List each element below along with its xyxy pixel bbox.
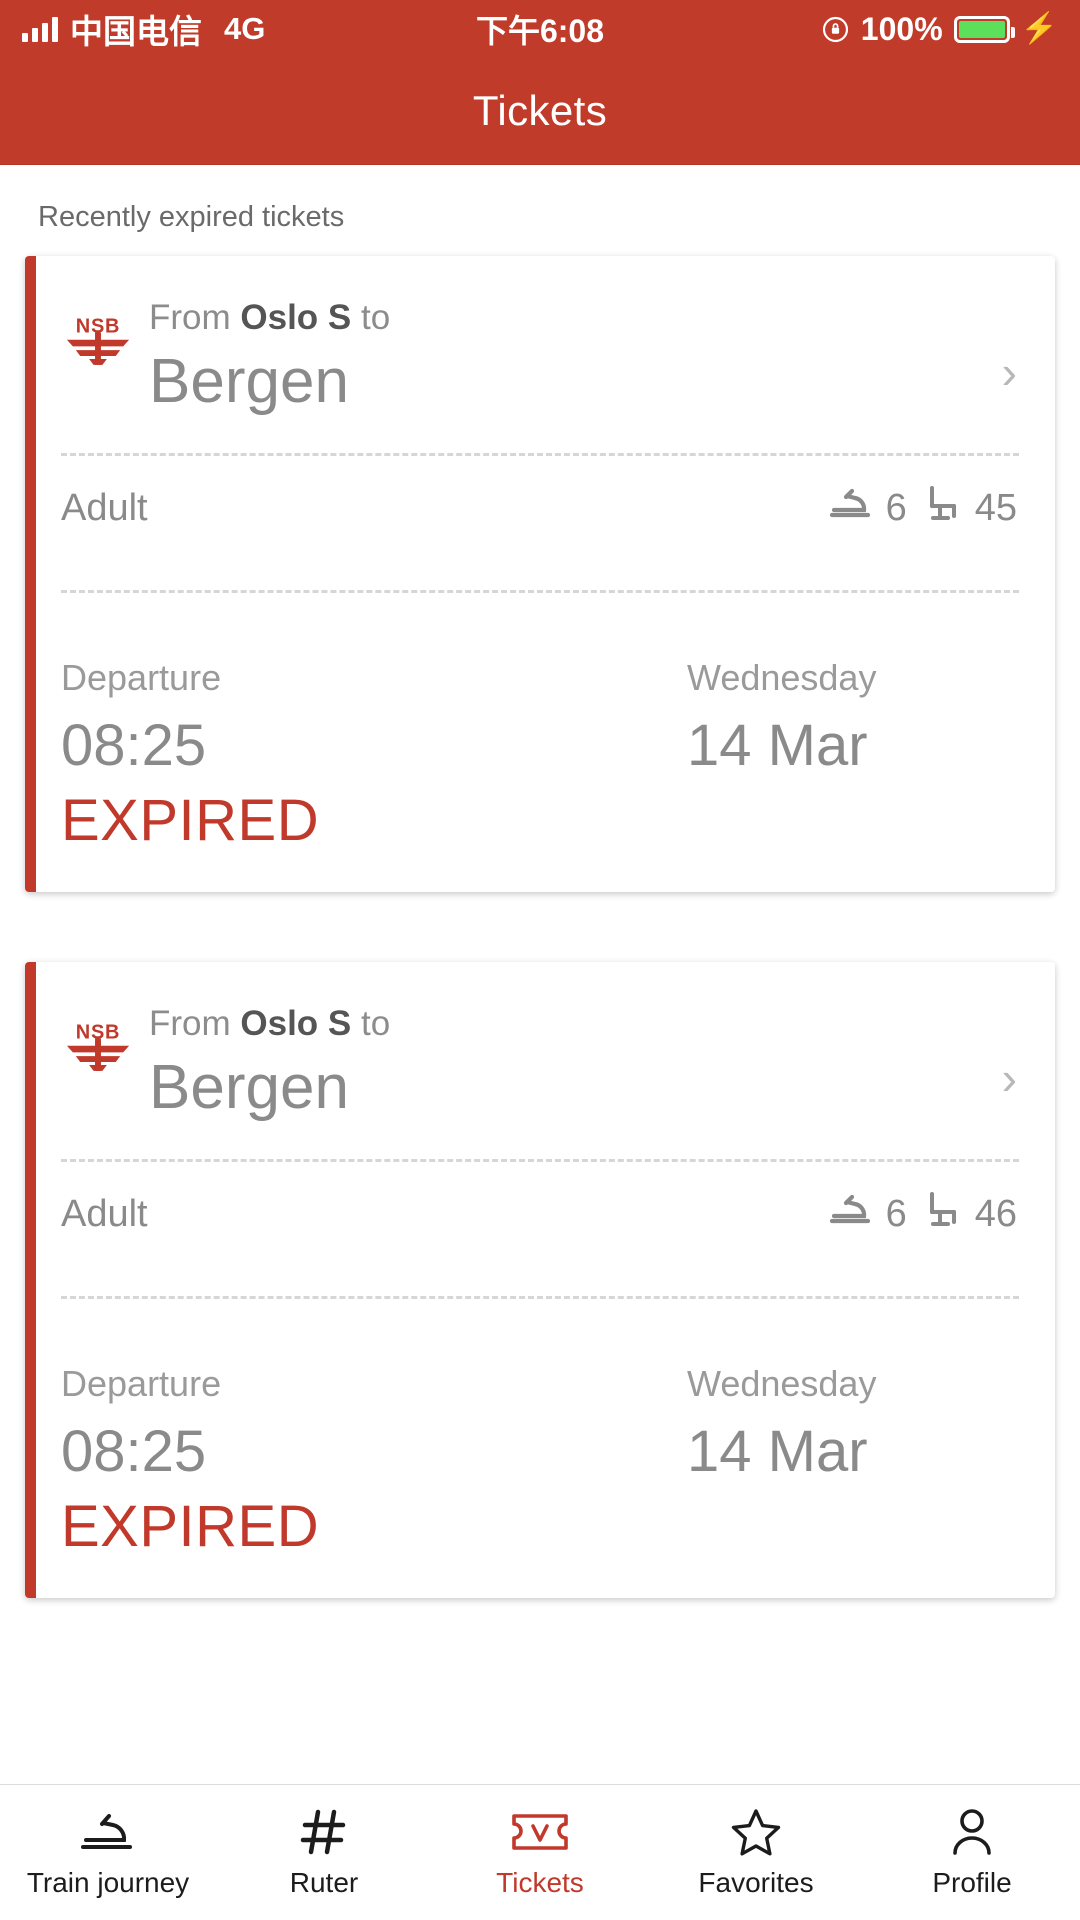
destination-station: Bergen <box>149 346 349 416</box>
tab-label: Profile <box>932 1866 1012 1898</box>
train-icon <box>78 1807 138 1857</box>
ticket-card-header: NSB From Oslo S to Bergen › <box>25 256 1055 421</box>
signal-bars-icon <box>22 16 58 42</box>
network-type-label: 4G <box>224 11 266 46</box>
weekday-label: Wednesday <box>687 657 877 699</box>
passenger-row: Adult 6 <box>25 456 1055 558</box>
tab-profile[interactable]: Profile <box>864 1785 1080 1920</box>
to-prefix: to <box>361 298 391 337</box>
departure-time: 08:25 <box>61 712 207 778</box>
passenger-type: Adult <box>61 1192 148 1235</box>
route-block: From Oslo S to Bergen <box>149 294 1002 421</box>
lightning-bolt-icon: ⚡ <box>1020 12 1058 45</box>
from-station: Oslo S <box>240 1004 352 1043</box>
bottom-navigation: Train journey Ruter Tickets Favorites Pr… <box>0 1784 1080 1920</box>
car-number: 6 <box>885 486 907 529</box>
departure-row: Departure 08:25 EXPIRED Wednesday 14 Mar <box>25 1299 1055 1564</box>
status-bar-left: 中国电信 4G <box>22 5 265 53</box>
seat-icon <box>923 484 963 532</box>
tab-label: Tickets <box>496 1866 584 1898</box>
train-icon <box>828 1192 874 1236</box>
seat-number: 46 <box>974 1192 1017 1235</box>
chevron-right-icon[interactable]: › <box>1002 1055 1025 1101</box>
from-prefix: From <box>149 298 231 337</box>
seat-icon <box>923 1190 963 1238</box>
from-station: Oslo S <box>240 298 352 337</box>
seat-number: 45 <box>974 486 1017 529</box>
status-badge: EXPIRED <box>61 788 320 854</box>
nsb-logo: NSB <box>61 1016 135 1079</box>
departure-date-col: Wednesday 14 Mar <box>687 655 1017 858</box>
rotation-lock-icon <box>821 15 850 44</box>
chevron-right-icon[interactable]: › <box>1002 349 1025 395</box>
departure-time: 08:25 <box>61 1418 207 1484</box>
passenger-row: Adult 6 <box>25 1162 1055 1264</box>
person-icon <box>948 1807 996 1857</box>
departure-date: 14 Mar <box>687 1418 868 1484</box>
weekday-label: Wednesday <box>687 1363 877 1405</box>
train-icon <box>828 486 874 530</box>
destination-station: Bergen <box>149 1052 349 1122</box>
ticket-list-scroll[interactable]: Recently expired tickets NSB From Oslo S… <box>0 165 1080 1784</box>
ticket-card-header: NSB From Oslo S to Bergen › <box>25 962 1055 1127</box>
departure-label: Departure <box>61 657 222 699</box>
app-bar: Tickets <box>0 58 1080 165</box>
departure-date-col: Wednesday 14 Mar <box>687 1361 1017 1564</box>
seat-meta: 6 45 <box>828 484 1017 532</box>
tab-tickets[interactable]: Tickets <box>432 1785 648 1920</box>
passenger-type: Adult <box>61 486 148 529</box>
status-badge: EXPIRED <box>61 1494 320 1560</box>
ticket-check-icon <box>509 1807 571 1857</box>
nsb-logo: NSB <box>61 310 135 373</box>
route-block: From Oslo S to Bergen <box>149 1000 1002 1127</box>
from-prefix: From <box>149 1004 231 1043</box>
status-bar: 中国电信 4G 下午6:08 100% ⚡ <box>0 0 1080 58</box>
tab-favorites[interactable]: Favorites <box>648 1785 864 1920</box>
status-bar-right: 100% ⚡ <box>821 11 1058 48</box>
seat-meta: 6 46 <box>828 1190 1017 1238</box>
departure-time-col: Departure 08:25 EXPIRED <box>61 1361 687 1564</box>
hash-icon <box>299 1807 349 1857</box>
tab-label: Train journey <box>26 1866 190 1898</box>
departure-label: Departure <box>61 1363 222 1405</box>
to-prefix: to <box>361 1004 391 1043</box>
seat-meta-item: 46 <box>923 1190 1017 1238</box>
departure-date: 14 Mar <box>687 712 868 778</box>
departure-time-col: Departure 08:25 EXPIRED <box>61 655 687 858</box>
battery-icon <box>953 15 1015 43</box>
star-icon <box>729 1807 783 1857</box>
seat-meta-item: 45 <box>923 484 1017 532</box>
ticket-card[interactable]: NSB From Oslo S to Bergen › Adult <box>25 256 1055 892</box>
tab-ruter[interactable]: Ruter <box>216 1785 432 1920</box>
section-heading: Recently expired tickets <box>38 201 345 233</box>
page-title: Tickets <box>472 87 608 134</box>
tab-label: Ruter <box>289 1866 359 1898</box>
route-origin-line: From Oslo S to <box>149 296 1002 340</box>
carrier-label: 中国电信 <box>70 13 202 50</box>
car-meta: 6 <box>828 486 907 530</box>
tab-train-journey[interactable]: Train journey <box>0 1785 216 1920</box>
route-origin-line: From Oslo S to <box>149 1002 1002 1046</box>
car-meta: 6 <box>828 1192 907 1236</box>
tab-label: Favorites <box>698 1866 814 1898</box>
car-number: 6 <box>885 1192 907 1235</box>
battery-percent-label: 100% <box>860 10 943 47</box>
ticket-card[interactable]: NSB From Oslo S to Bergen › Adult <box>25 962 1055 1598</box>
departure-row: Departure 08:25 EXPIRED Wednesday 14 Mar <box>25 593 1055 858</box>
